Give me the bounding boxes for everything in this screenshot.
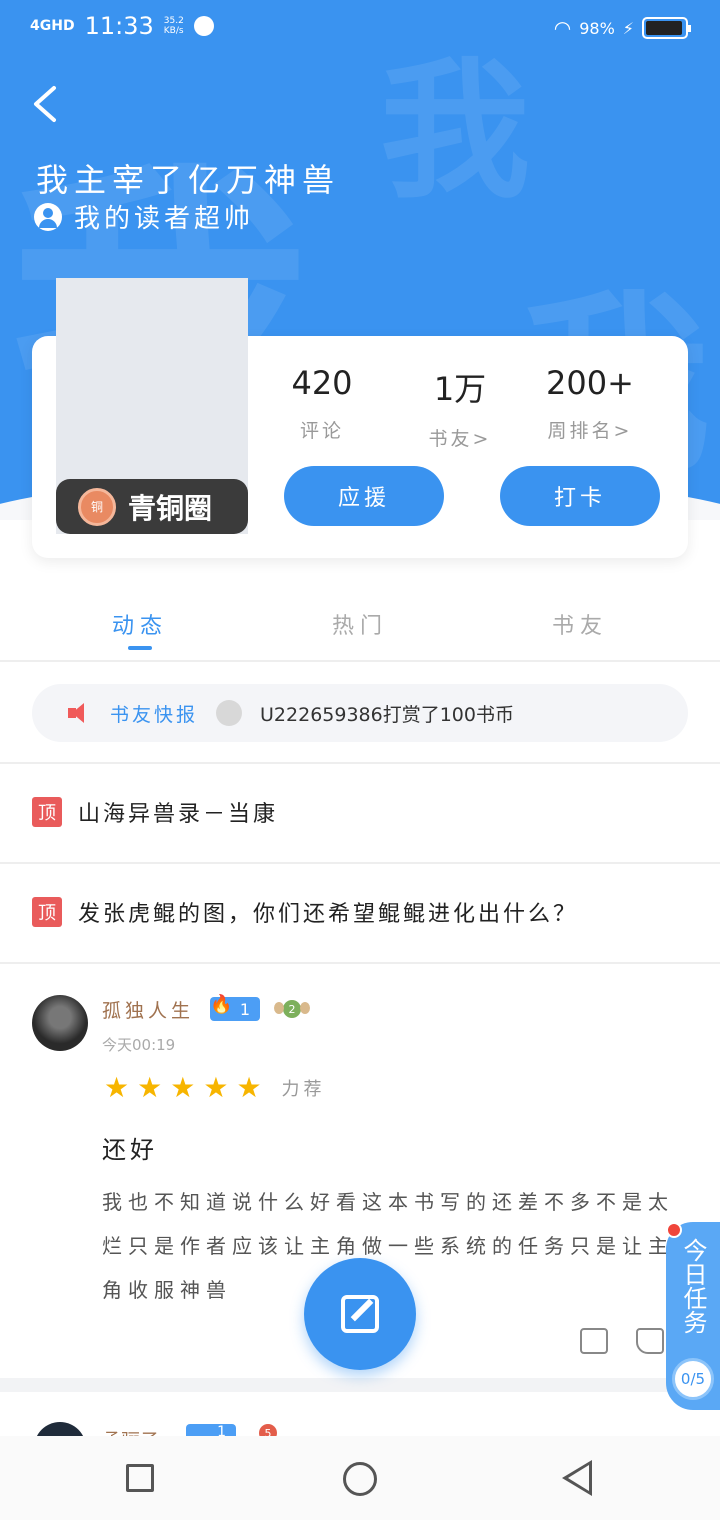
tab-readers[interactable]: 书友: [530, 608, 630, 640]
stat-comments[interactable]: 420 评论: [252, 364, 392, 443]
stat-label: 评论: [299, 420, 344, 442]
system-nav-bar: [0, 1436, 720, 1520]
tab-activity[interactable]: 动态: [90, 608, 190, 640]
tab-bar: 动态 热门 书友: [0, 598, 720, 660]
net-speed: 35.2 KB/s: [164, 16, 184, 36]
pinned-badge: 顶: [32, 897, 62, 927]
battery-percent: 98%: [579, 18, 615, 38]
post-time: 今天00:19: [102, 1036, 176, 1054]
star-icon: ★: [104, 1071, 130, 1104]
like-icon[interactable]: [636, 1328, 664, 1354]
author-icon: [34, 202, 62, 231]
network-indicator: 4GHD: [30, 18, 75, 34]
pinned-post[interactable]: 顶 发张虎鲲的图，你们还希望鲲鲲进化出什么？: [32, 882, 578, 942]
status-bar: 4GHD 11:33 35.2 KB/s ◠ 98% ⚡: [0, 0, 720, 56]
star-icon: ★: [137, 1071, 163, 1104]
author-name: 我的读者超帅: [74, 204, 255, 234]
rating-label: 力荐: [281, 1079, 326, 1100]
book-title: 我主宰了亿万神兽: [36, 161, 341, 199]
net-speed-unit: KB/s: [163, 26, 184, 36]
avatar[interactable]: [32, 995, 88, 1051]
wing-icon: [274, 1002, 284, 1014]
stat-value: 420: [291, 364, 353, 402]
stat-label: 书友>: [428, 428, 492, 450]
stat-fans[interactable]: 1万 书友>: [390, 364, 530, 451]
speaker-icon: [68, 702, 92, 724]
tab-indicator: [128, 646, 152, 650]
battery-icon: [642, 17, 691, 39]
back-arrow-icon[interactable]: [28, 84, 62, 124]
username[interactable]: 孤独人生: [102, 996, 194, 1023]
star-icon: ★: [203, 1071, 229, 1104]
stat-value: 200+: [546, 364, 634, 402]
globe-icon: [193, 16, 214, 36]
reader-news-bar[interactable]: 书友快报 U222659386打赏了100书币: [32, 684, 688, 742]
bronze-medal-icon: 铜: [78, 487, 116, 526]
pinned-badge: 顶: [32, 797, 62, 827]
divider: [0, 762, 720, 764]
back-icon[interactable]: [562, 1460, 592, 1496]
stat-weekly-rank[interactable]: 200+ 周排名>: [520, 364, 660, 443]
pinned-title: 发张虎鲲的图，你们还希望鲲鲲进化出什么？: [78, 902, 579, 927]
wing-icon: [300, 1002, 310, 1014]
pinned-title: 山海异兽录－当康: [78, 802, 279, 827]
task-count: 0/5: [672, 1358, 714, 1400]
pinned-post[interactable]: 顶 山海异兽录－当康: [32, 782, 278, 842]
notification-dot: [666, 1222, 682, 1238]
stat-label: 周排名>: [547, 420, 633, 442]
post-actions: [580, 1328, 664, 1354]
divider: [0, 862, 720, 864]
section-separator: [0, 1378, 720, 1392]
level-number: 2: [283, 1000, 301, 1018]
star-rating: ★ ★ ★ ★ ★ 力荐: [104, 1074, 326, 1102]
tab-hot[interactable]: 热门: [310, 608, 410, 640]
home-icon[interactable]: [343, 1462, 377, 1496]
wifi-icon: ◠: [553, 16, 572, 40]
star-icon: ★: [236, 1071, 262, 1104]
news-text: U222659386打赏了100书币: [260, 703, 514, 726]
write-post-button[interactable]: [304, 1258, 416, 1370]
comment-icon[interactable]: [580, 1328, 608, 1354]
edit-icon: [341, 1295, 379, 1333]
avatar: [216, 700, 243, 726]
fan-level-badge: 1: [210, 994, 260, 1021]
clock: 11:33: [84, 12, 154, 40]
author-row[interactable]: 我的读者超帅: [34, 198, 254, 235]
news-tag: 书友快报: [110, 703, 199, 726]
divider: [0, 962, 720, 964]
circle-badge[interactable]: 铜 青铜圈: [56, 479, 248, 534]
support-button[interactable]: 应援: [284, 466, 444, 526]
task-label: 今日任务: [679, 1238, 707, 1334]
divider: [0, 660, 720, 662]
daily-task-widget[interactable]: 今日任务 0/5: [666, 1222, 720, 1410]
checkin-button[interactable]: 打卡: [500, 466, 660, 526]
star-icon: ★: [170, 1071, 196, 1104]
charging-icon: ⚡: [622, 18, 634, 38]
stat-value: 1万: [433, 370, 487, 408]
recent-apps-icon[interactable]: [126, 1464, 154, 1492]
circle-label: 青铜圈: [128, 491, 213, 525]
net-speed-value: 35.2: [163, 16, 184, 26]
post-title[interactable]: 还好: [102, 1130, 158, 1165]
user-level-badge: 2: [274, 996, 310, 1022]
